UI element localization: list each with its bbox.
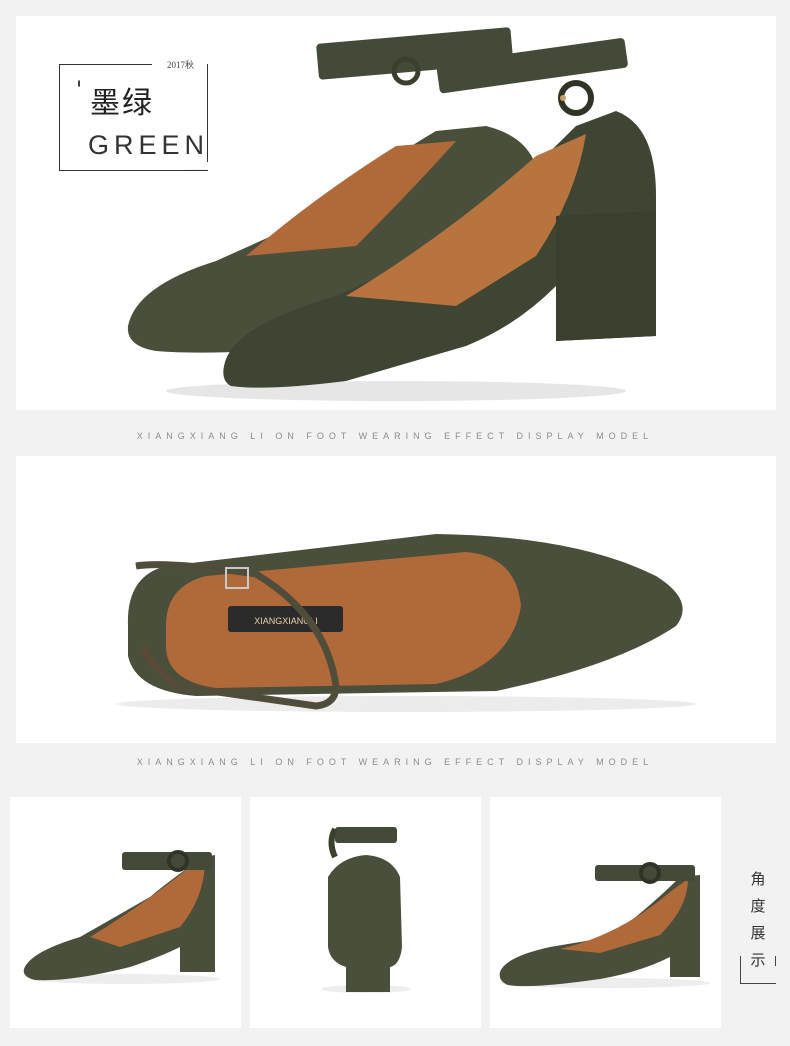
- angle-thumb-side-right[interactable]: [490, 797, 721, 1028]
- color-name-english: GREEN: [88, 130, 210, 160]
- hero-photo-panel: 2017秋 ' 墨绿 GREEN: [16, 16, 776, 410]
- season-label: 2017秋: [164, 58, 198, 71]
- angle-thumb-side[interactable]: [10, 797, 241, 1028]
- side-label-char-2: 度: [750, 897, 766, 915]
- caption-2: XIANGXIANG LI ON FOOT WEARING EFFECT DIS…: [136, 757, 654, 767]
- tick-mark: ': [76, 78, 83, 103]
- side-label-char-3: 展: [750, 924, 766, 942]
- thumb-side-right-shoe-image: [499, 862, 710, 988]
- color-name-chinese: 墨绿: [90, 86, 154, 121]
- caption-1: XIANGXIANG LI ON FOOT WEARING EFFECT DIS…: [136, 431, 654, 441]
- side-label-frame: [740, 956, 776, 984]
- angle-thumb-back[interactable]: [250, 797, 481, 1028]
- side-view-photo-panel: XIANGXIANGLI: [16, 456, 776, 743]
- thumb-side-shoe-image: [23, 850, 220, 984]
- color-label-box: 2017秋 ' 墨绿 GREEN: [59, 58, 210, 171]
- thumb-back-shoe-image: [321, 827, 411, 993]
- side-label-char-1: 角: [750, 870, 766, 888]
- side-shoe-image: XIANGXIANGLI: [116, 534, 696, 712]
